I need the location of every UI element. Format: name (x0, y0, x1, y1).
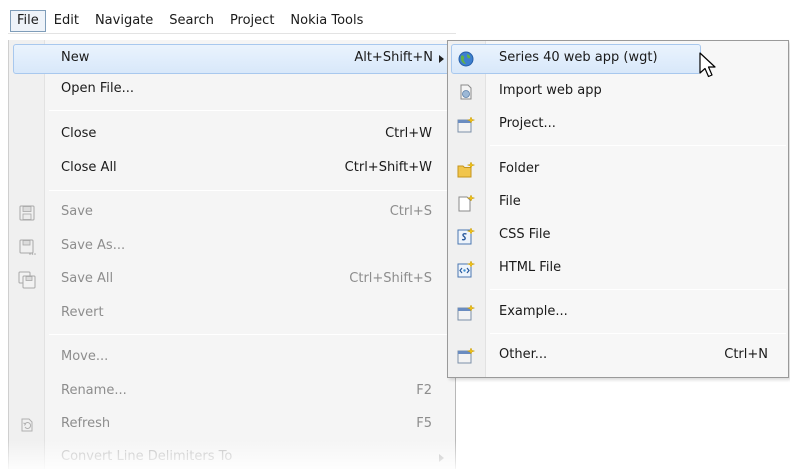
menu-item-label: Close All (61, 160, 117, 175)
submenu-item-import-web-app[interactable]: Import web app (448, 77, 788, 107)
submenu-item-label: Example... (499, 304, 568, 319)
menu-item-convert-line-delimiters[interactable]: Convert Line Delimiters To (9, 443, 456, 469)
menu-item-revert[interactable]: Revert (9, 299, 456, 329)
menu-item-shortcut: F5 (416, 416, 432, 431)
menu-edit[interactable]: Edit (46, 10, 87, 32)
menu-separator (49, 334, 453, 335)
menu-item-shortcut: Ctrl+S (389, 204, 432, 219)
submenu-item-other[interactable]: Other... Ctrl+N (448, 341, 788, 371)
submenu-item-example[interactable]: Example... (448, 298, 788, 328)
submenu-item-html-file[interactable]: HTML File (448, 254, 788, 284)
new-other-icon (457, 347, 475, 364)
new-folder-icon (457, 161, 475, 178)
menu-item-shortcut: Alt+Shift+N (354, 50, 433, 65)
submenu-separator (490, 145, 786, 146)
menu-item-new[interactable]: New Alt+Shift+N (13, 44, 453, 74)
submenu-item-label: CSS File (499, 227, 551, 242)
submenu-item-label: Project... (499, 116, 556, 131)
menu-item-label: Rename... (61, 383, 127, 398)
submenu-item-project[interactable]: Project... (448, 110, 788, 140)
menu-item-refresh[interactable]: Refresh F5 (9, 410, 456, 440)
menu-project[interactable]: Project (222, 10, 282, 32)
menubar: File Edit Navigate Search Project Nokia … (8, 8, 456, 34)
submenu-item-folder[interactable]: Folder (448, 155, 788, 185)
new-project-icon (457, 116, 475, 133)
submenu-arrow-icon (439, 454, 444, 462)
submenu-item-label: HTML File (499, 260, 562, 275)
refresh-icon (21, 418, 33, 432)
submenu-item-label: Series 40 web app (wgt) (499, 50, 658, 65)
mouse-cursor-icon (699, 52, 716, 78)
menu-item-label: Refresh (61, 416, 111, 431)
menu-search[interactable]: Search (161, 10, 222, 32)
menu-item-label: Save All (61, 271, 114, 286)
menu-item-open-file[interactable]: Open File... (9, 75, 456, 105)
menu-separator (49, 110, 453, 111)
file-menu: New Alt+Shift+N Open File... Close Ctrl+… (8, 40, 456, 469)
html-file-icon (457, 260, 475, 278)
menu-item-label: Move... (61, 349, 109, 364)
submenu-arrow-icon (439, 55, 444, 63)
menu-item-label: Save (61, 204, 93, 219)
save-all-icon (18, 271, 36, 289)
submenu-item-label: Import web app (499, 83, 602, 98)
menu-item-save-all[interactable]: Save All Ctrl+Shift+S (9, 265, 456, 295)
new-example-icon (457, 304, 475, 321)
menu-item-shortcut: F2 (416, 383, 432, 398)
submenu-item-css-file[interactable]: CSS File (448, 221, 788, 251)
menu-separator (49, 190, 453, 191)
menu-item-label: Revert (61, 305, 104, 320)
new-file-icon (458, 194, 475, 212)
submenu-item-label: Other... (499, 347, 548, 362)
menu-item-save-as[interactable]: Save As... (9, 232, 456, 262)
menu-item-close[interactable]: Close Ctrl+W (9, 120, 456, 150)
menu-nokia-tools[interactable]: Nokia Tools (282, 10, 371, 32)
menu-item-move[interactable]: Move... (9, 343, 456, 373)
globe-icon (458, 51, 474, 67)
css-file-icon (457, 227, 475, 245)
save-icon (19, 205, 35, 221)
submenu-item-label: Folder (499, 161, 540, 176)
menu-item-label: Convert Line Delimiters To (61, 449, 233, 464)
submenu-item-label: File (499, 194, 521, 209)
menu-item-save[interactable]: Save Ctrl+S (9, 198, 456, 228)
submenu-item-shortcut: Ctrl+N (724, 347, 768, 362)
menu-item-shortcut: Ctrl+Shift+S (349, 271, 432, 286)
menu-file[interactable]: File (10, 9, 46, 32)
menu-item-shortcut: Ctrl+W (385, 126, 432, 141)
submenu-separator (490, 333, 786, 334)
menu-item-label: Save As... (61, 238, 126, 253)
menu-item-close-all[interactable]: Close All Ctrl+Shift+W (9, 154, 456, 184)
menu-item-shortcut: Ctrl+Shift+W (344, 160, 432, 175)
submenu-separator (490, 289, 786, 290)
submenu-item-series40-web-app[interactable]: Series 40 web app (wgt) (451, 44, 701, 74)
save-as-icon (19, 239, 36, 255)
import-icon (460, 84, 472, 100)
menu-item-label: New (61, 50, 90, 65)
menu-item-rename[interactable]: Rename... F2 (9, 377, 456, 407)
menu-item-label: Close (61, 126, 97, 141)
menu-navigate[interactable]: Navigate (87, 10, 161, 32)
new-submenu: Series 40 web app (wgt) Import web app P… (447, 40, 789, 378)
submenu-item-file[interactable]: File (448, 188, 788, 218)
menu-item-label: Open File... (61, 81, 135, 96)
